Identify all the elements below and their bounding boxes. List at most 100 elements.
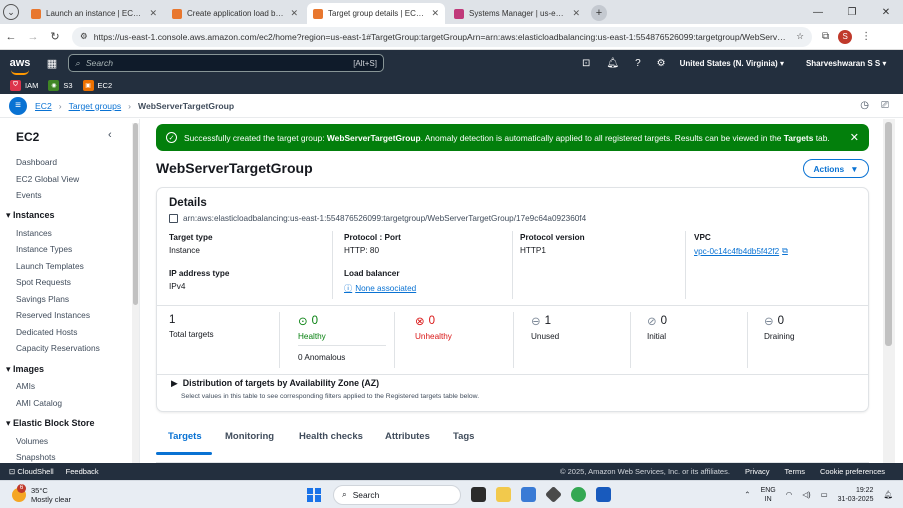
forward-arrow-icon[interactable]: → bbox=[22, 31, 44, 43]
word-icon[interactable] bbox=[596, 487, 612, 502]
services-grid-icon[interactable]: ▦ bbox=[40, 57, 64, 70]
sidebar-item-dashboard[interactable]: Dashboard bbox=[16, 157, 57, 167]
sidebar-item-volumes[interactable]: Volumes bbox=[16, 436, 48, 446]
main-scrollbar[interactable] bbox=[883, 119, 895, 463]
bookmark-star-icon[interactable]: ☆ bbox=[796, 31, 804, 42]
sidebar-item-reserved-instances[interactable]: Reserved Instances bbox=[16, 310, 90, 320]
sidebar-scrollbar[interactable] bbox=[132, 123, 139, 463]
favorite-iam[interactable]: ⛉ IAM bbox=[10, 79, 38, 91]
back-arrow-icon[interactable]: ← bbox=[0, 31, 22, 43]
calendar-app-icon[interactable] bbox=[521, 487, 537, 502]
browser-tab-2[interactable]: Target group details | EC2 | us-east-1 ✕ bbox=[307, 3, 445, 24]
scrollbar-thumb[interactable] bbox=[885, 122, 892, 346]
minimize-icon[interactable]: — bbox=[801, 7, 835, 18]
notification-bell-icon[interactable]: 🔔︎ bbox=[883, 490, 893, 499]
sidebar-item-spot-requests[interactable]: Spot Requests bbox=[16, 277, 71, 287]
feedback-link[interactable]: Feedback bbox=[66, 467, 99, 476]
divider bbox=[685, 231, 686, 299]
site-info-icon[interactable]: ⚙ bbox=[80, 31, 88, 42]
url-text: https://us-east-1.console.aws.amazon.com… bbox=[93, 31, 791, 42]
tab-targets[interactable]: Targets bbox=[168, 431, 202, 442]
sidebar-item-instances[interactable]: Instances bbox=[16, 228, 52, 238]
protocol-version: Protocol version HTTP1 bbox=[520, 233, 585, 255]
terms-link[interactable]: Terms bbox=[785, 467, 805, 476]
taskbar-search-input[interactable]: ⌕ Search bbox=[333, 484, 462, 505]
timer-icon[interactable]: ◷ bbox=[860, 100, 869, 111]
stat-healthy: ⊙ 0 Healthy bbox=[298, 315, 326, 341]
sidebar-item-global-view[interactable]: EC2 Global View bbox=[16, 174, 79, 184]
aws-footer: ⊡ CloudShell Feedback © 2025, Amazon Web… bbox=[0, 463, 903, 480]
favorite-s3[interactable]: ◉ S3 bbox=[48, 79, 73, 91]
account-menu[interactable]: Sharveshwaran S S ▾ bbox=[806, 59, 887, 68]
language-indicator[interactable]: ENG IN bbox=[761, 486, 776, 504]
favorite-ec2[interactable]: ▣ EC2 bbox=[82, 79, 112, 91]
sidebar-item-savings-plans[interactable]: Savings Plans bbox=[16, 294, 69, 304]
region-selector[interactable]: United States (N. Virginia) ▾ bbox=[680, 59, 784, 68]
new-tab-button[interactable]: + bbox=[591, 5, 607, 21]
sidebar-item-snapshots[interactable]: Snapshots bbox=[16, 452, 56, 462]
sidebar-item-amis[interactable]: AMIs bbox=[16, 381, 35, 391]
chrome-icon[interactable] bbox=[571, 487, 587, 502]
help-panel-icon[interactable]: ⎚ bbox=[881, 100, 889, 111]
cloudshell-icon[interactable]: ⊡ bbox=[582, 58, 590, 69]
hamburger-menu-icon[interactable]: ≡ bbox=[9, 96, 27, 115]
scrollbar-thumb[interactable] bbox=[133, 123, 138, 305]
wifi-icon[interactable]: ◠ bbox=[786, 490, 793, 499]
browser-tab-0[interactable]: Launch an instance | EC2 | us-east-1 ✕ bbox=[25, 3, 163, 24]
sidebar-item-events[interactable]: Events bbox=[16, 190, 42, 200]
divider bbox=[512, 231, 513, 299]
close-icon[interactable]: ✕ bbox=[572, 8, 580, 19]
weather-widget[interactable]: 6 35°C Mostly clear bbox=[0, 483, 71, 504]
breadcrumb-target-groups[interactable]: Target groups bbox=[69, 101, 122, 111]
profile-avatar[interactable]: S bbox=[838, 29, 853, 44]
sidebar-item-instance-types[interactable]: Instance Types bbox=[16, 244, 72, 254]
notifications-bell-icon[interactable]: 🔔︎ bbox=[606, 58, 619, 69]
restore-icon[interactable]: ❐ bbox=[835, 7, 869, 18]
sidebar-item-capacity-reservations[interactable]: Capacity Reservations bbox=[16, 343, 100, 353]
collapse-sidebar-icon[interactable]: ‹ bbox=[108, 129, 112, 141]
distribution-toggle[interactable]: ▶ Distribution of targets by Availabilit… bbox=[171, 378, 379, 389]
cookie-preferences-link[interactable]: Cookie preferences bbox=[820, 467, 885, 476]
sidebar-section-ebs[interactable]: ▾ Elastic Block Store bbox=[6, 418, 95, 429]
tab-tags[interactable]: Tags bbox=[453, 431, 474, 442]
aws-logo[interactable]: aws bbox=[0, 57, 40, 75]
browser-tab-3[interactable]: Systems Manager | us-east-1 ✕ bbox=[448, 3, 586, 24]
more-menu-icon[interactable]: ⋮ bbox=[861, 31, 871, 42]
sidebar-item-launch-templates[interactable]: Launch Templates bbox=[16, 261, 84, 271]
tab-attributes[interactable]: Attributes bbox=[385, 431, 430, 442]
sidebar-item-ami-catalog[interactable]: AMI Catalog bbox=[16, 398, 62, 408]
url-input[interactable]: ⚙ https://us-east-1.console.aws.amazon.c… bbox=[72, 26, 812, 47]
battery-icon[interactable]: ▭ bbox=[821, 490, 828, 499]
close-icon[interactable]: ✕ bbox=[290, 8, 298, 19]
dev-app-icon[interactable] bbox=[545, 486, 563, 503]
actions-dropdown-button[interactable]: Actions ▼ bbox=[803, 159, 869, 178]
dismiss-flash-icon[interactable]: ✕ bbox=[850, 131, 859, 144]
console-search-input[interactable]: ⌕ Search [Alt+S] bbox=[68, 54, 384, 72]
help-icon[interactable]: ? bbox=[635, 58, 641, 69]
volume-icon[interactable]: ◁) bbox=[802, 490, 810, 499]
sidebar-item-dedicated-hosts[interactable]: Dedicated Hosts bbox=[16, 327, 77, 337]
sidebar-section-instances[interactable]: ▾ Instances bbox=[6, 210, 55, 221]
close-window-icon[interactable]: ✕ bbox=[869, 7, 903, 18]
clock[interactable]: 19:22 31-03-2025 bbox=[838, 486, 874, 504]
file-explorer-icon[interactable] bbox=[496, 487, 512, 502]
tab-search-button[interactable]: ⌄ bbox=[0, 0, 22, 24]
privacy-link[interactable]: Privacy bbox=[745, 467, 770, 476]
extensions-icon[interactable]: ⧉ bbox=[822, 31, 829, 42]
close-icon[interactable]: ✕ bbox=[149, 8, 157, 19]
breadcrumb-ec2[interactable]: EC2 bbox=[35, 101, 52, 111]
task-view-icon[interactable] bbox=[471, 487, 487, 502]
vpc-link[interactable]: vpc-0c14c4fb4db5f42f2 ⧉ bbox=[694, 246, 788, 256]
browser-tab-1[interactable]: Create application load balancer ✕ bbox=[166, 3, 304, 24]
tab-monitoring[interactable]: Monitoring bbox=[225, 431, 274, 442]
tab-health-checks[interactable]: Health checks bbox=[299, 431, 363, 442]
close-icon[interactable]: ✕ bbox=[431, 8, 439, 19]
cloudshell-link[interactable]: ⊡ CloudShell bbox=[9, 467, 54, 476]
copy-icon[interactable] bbox=[169, 214, 178, 223]
settings-gear-icon[interactable]: ⚙ bbox=[657, 58, 666, 69]
sidebar-section-images[interactable]: ▾ Images bbox=[6, 364, 44, 375]
reload-icon[interactable]: ↻ bbox=[44, 30, 66, 43]
load-balancer-link[interactable]: ⓘ None associated bbox=[344, 282, 416, 294]
tray-chevron-up-icon[interactable]: ⌃ bbox=[744, 490, 750, 499]
windows-start-icon[interactable] bbox=[307, 487, 321, 502]
